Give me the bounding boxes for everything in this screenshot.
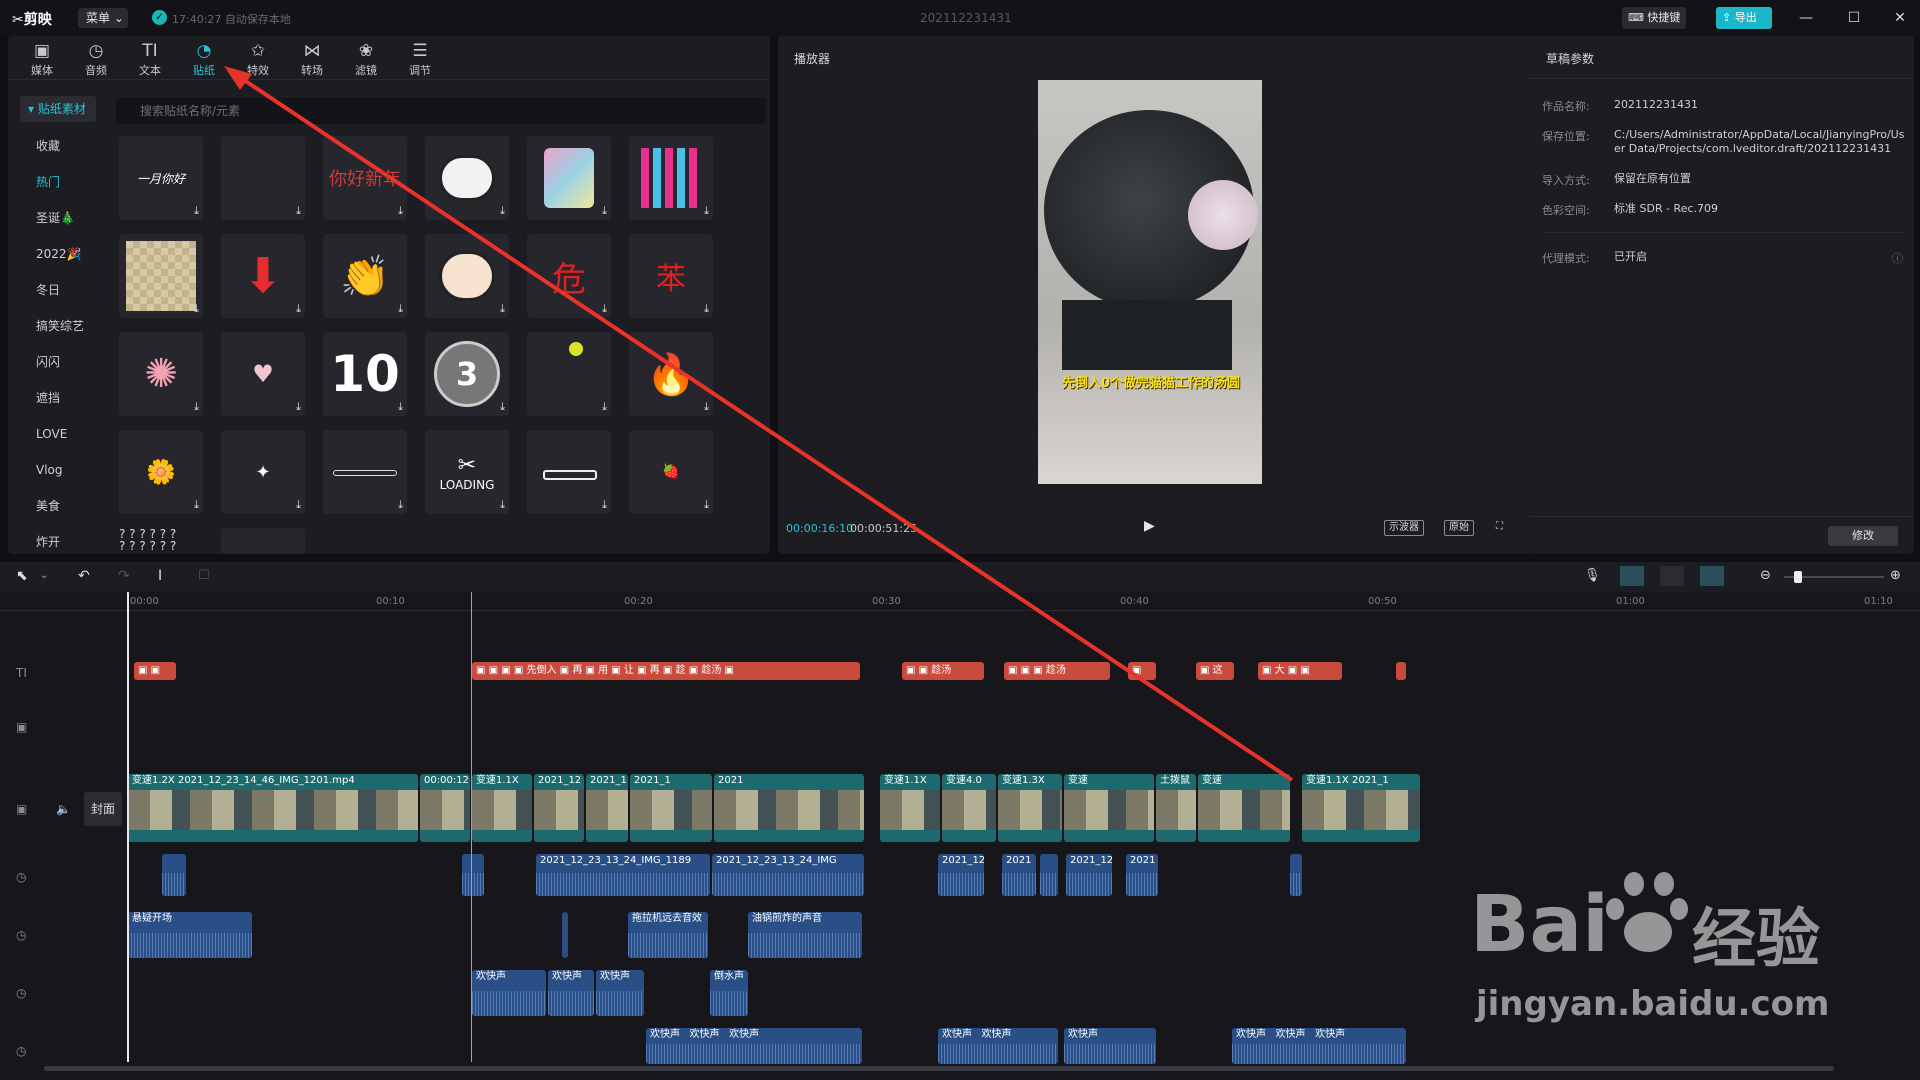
paw-icon bbox=[1606, 872, 1688, 956]
watermark-suffix: 经验 bbox=[1692, 903, 1820, 977]
baidu-watermark: Bai 经验 jingyan.baidu.com bbox=[1470, 870, 1890, 1070]
watermark-brand: Bai bbox=[1470, 880, 1609, 970]
watermark-url: jingyan.baidu.com bbox=[1476, 984, 1830, 1024]
